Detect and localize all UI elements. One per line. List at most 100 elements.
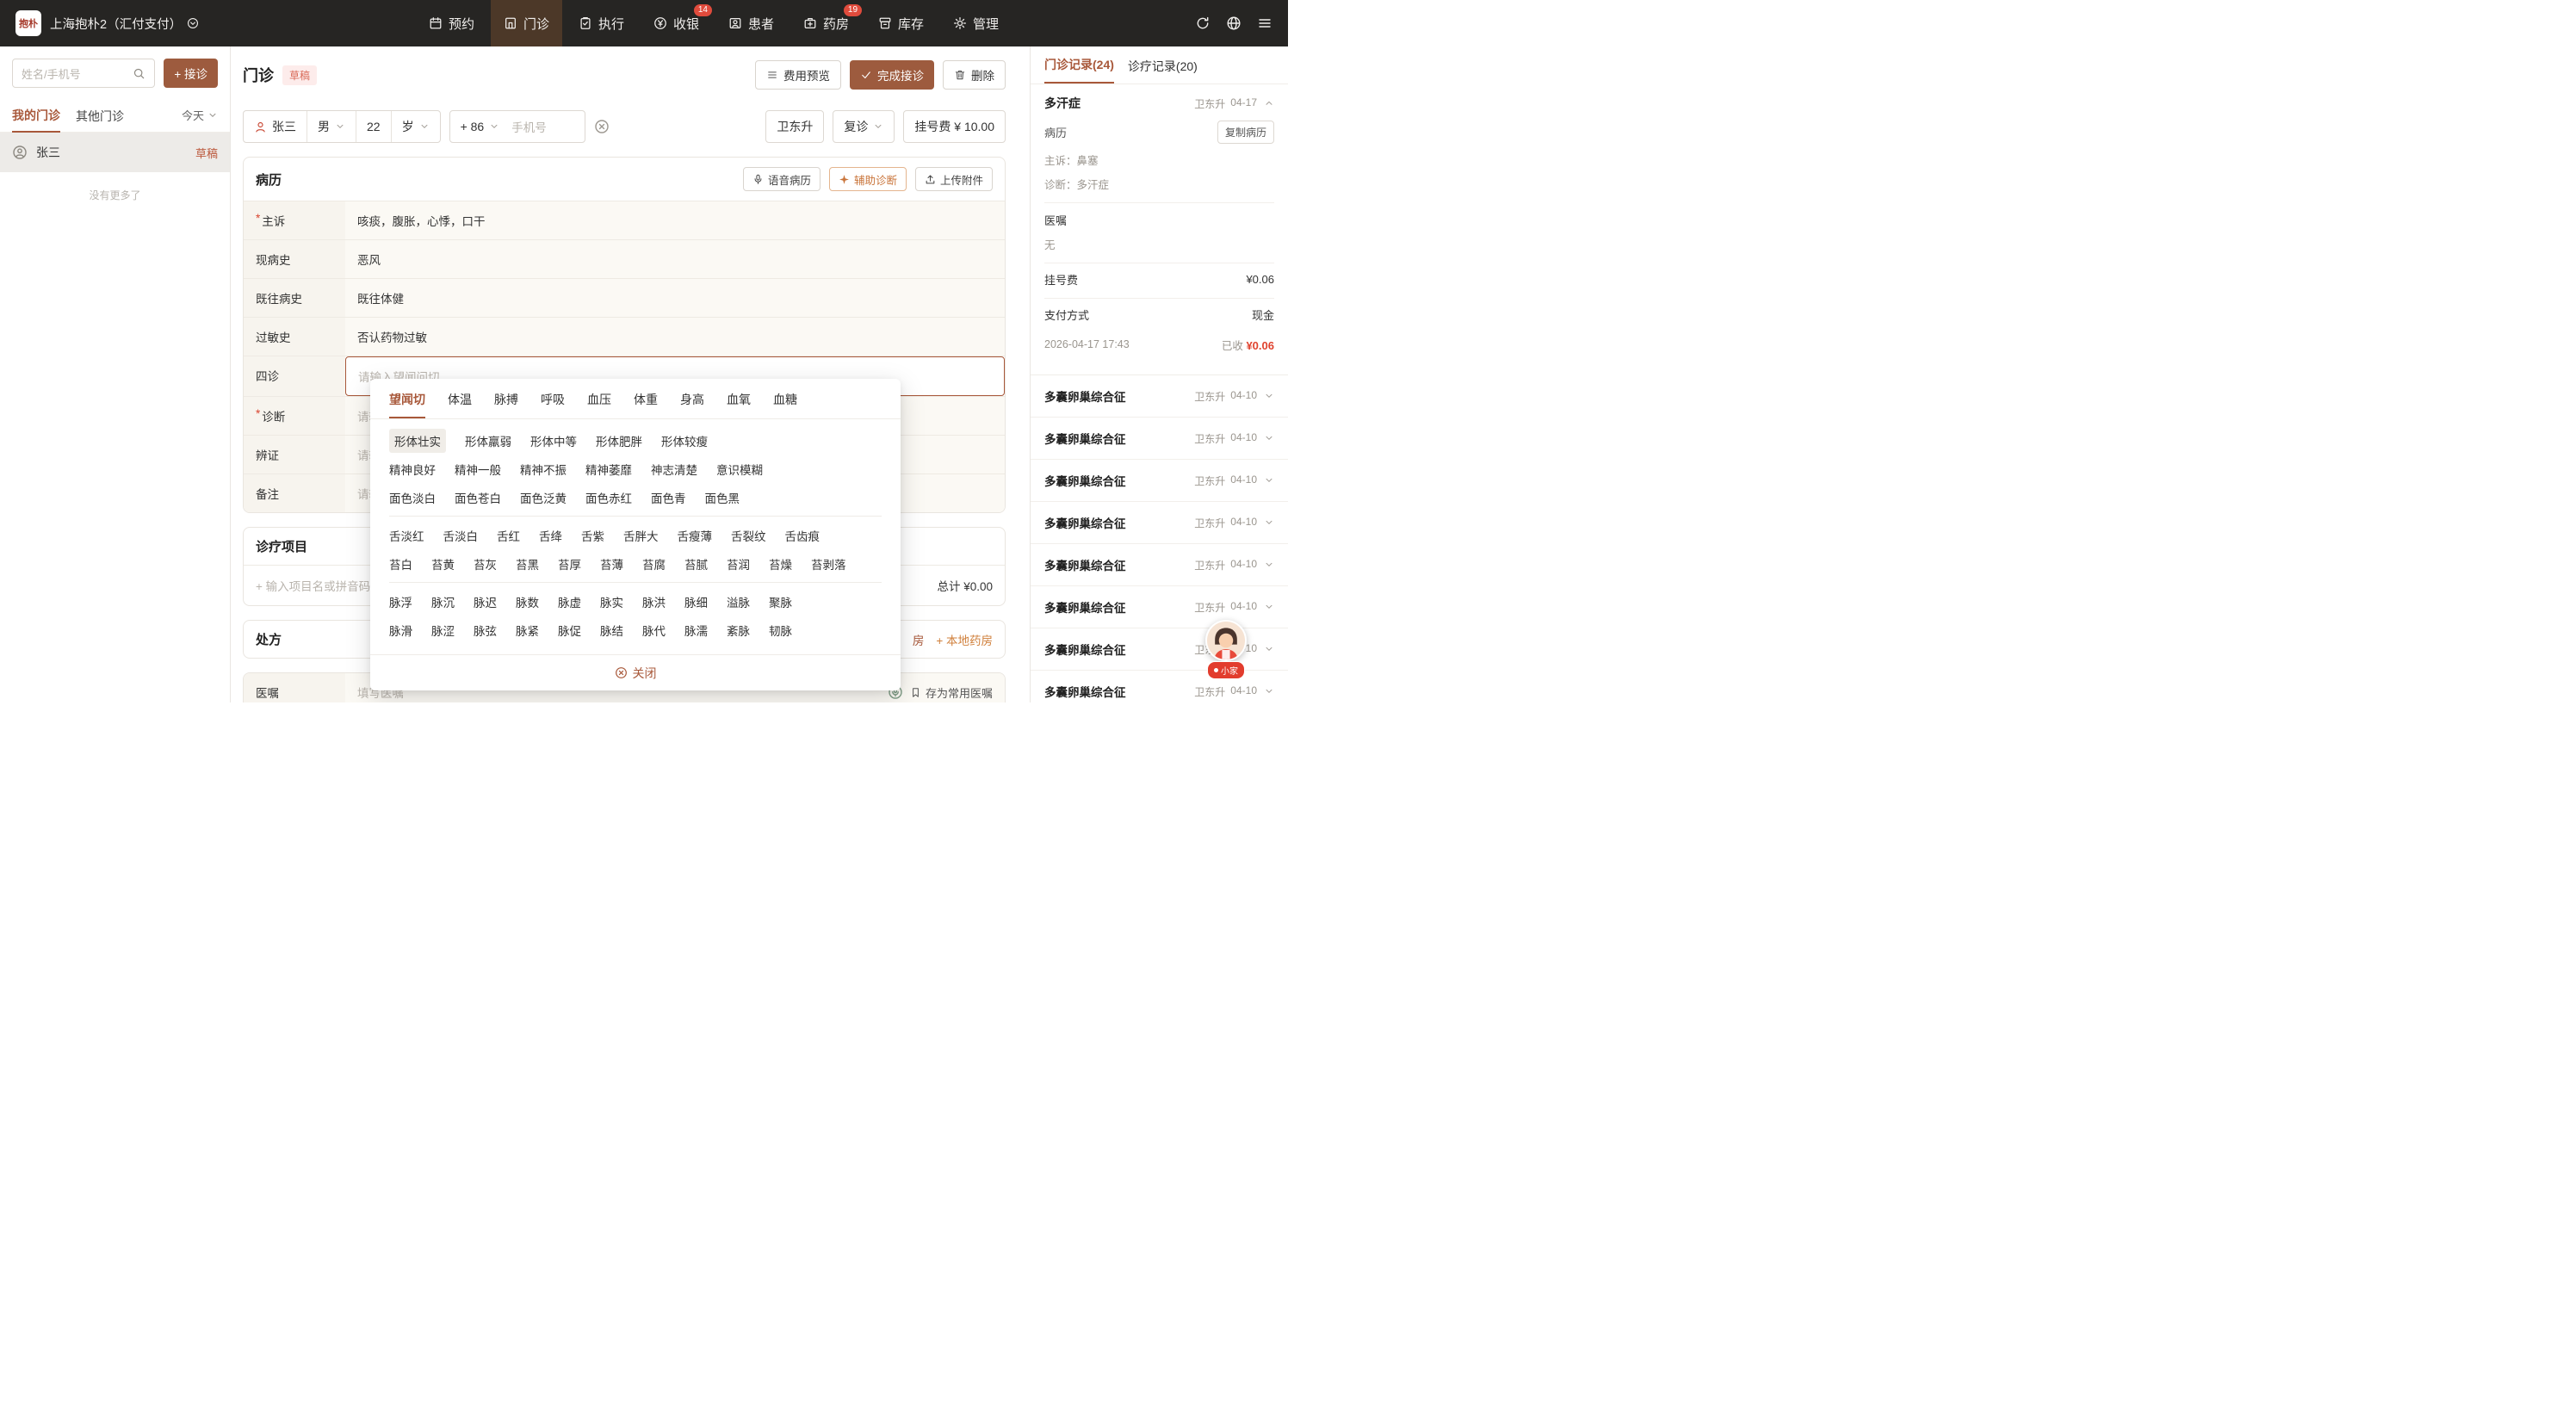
symptom-tag[interactable]: 苔燥 bbox=[769, 555, 792, 573]
symptom-tag[interactable]: 苔黄 bbox=[431, 555, 455, 573]
symptom-tag[interactable]: 韧脉 bbox=[769, 622, 792, 639]
symptom-tag[interactable]: 苔剥落 bbox=[811, 555, 846, 573]
pharmacy-tab-fragment[interactable]: 房 bbox=[913, 631, 925, 648]
tab-my-clinic[interactable]: 我的门诊 bbox=[12, 98, 60, 133]
symptom-tag[interactable]: 脉数 bbox=[516, 593, 539, 610]
globe-icon[interactable] bbox=[1226, 15, 1242, 31]
nav-item[interactable]: 预约 bbox=[416, 0, 487, 46]
symptom-tag[interactable]: 精神不振 bbox=[520, 461, 567, 478]
patient-list-item[interactable]: 张三 草稿 bbox=[0, 133, 230, 172]
symptom-tag[interactable]: 脉虚 bbox=[558, 593, 581, 610]
symptom-tag[interactable]: 舌绛 bbox=[539, 527, 562, 544]
tab-treatment-records[interactable]: 诊疗记录(20) bbox=[1128, 47, 1198, 84]
tab-clinic-records[interactable]: 门诊记录(24) bbox=[1044, 46, 1114, 84]
symptom-tag[interactable]: 面色赤红 bbox=[585, 489, 632, 506]
delete-button[interactable]: 删除 bbox=[943, 60, 1006, 90]
symptom-tag[interactable]: 聚脉 bbox=[769, 593, 792, 610]
fee-preview-button[interactable]: 费用预览 bbox=[755, 60, 841, 90]
symptom-tag[interactable]: 苔腐 bbox=[642, 555, 666, 573]
symptom-tag[interactable]: 舌齿痕 bbox=[785, 527, 820, 544]
symptom-tag[interactable]: 舌红 bbox=[497, 527, 520, 544]
symptom-tag[interactable]: 精神萎靡 bbox=[585, 461, 632, 478]
patient-search-input[interactable]: 姓名/手机号 bbox=[12, 59, 155, 88]
gender-select[interactable]: 男 bbox=[307, 111, 356, 142]
symptom-tag[interactable]: 面色苍白 bbox=[455, 489, 501, 506]
treatment-item-input[interactable]: + 输入项目名或拼音码 bbox=[256, 577, 370, 594]
symptom-tag[interactable]: 苔黑 bbox=[516, 555, 539, 573]
symptom-tag[interactable]: 脉洪 bbox=[642, 593, 666, 610]
tab-other-clinic[interactable]: 其他门诊 bbox=[76, 99, 124, 132]
symptom-tag[interactable]: 苔白 bbox=[389, 555, 412, 573]
assist-diagnosis-button[interactable]: 辅助诊断 bbox=[829, 167, 907, 191]
assistant-widget[interactable]: 小家 bbox=[1202, 620, 1250, 679]
symptom-tag[interactable]: 脉实 bbox=[600, 593, 623, 610]
symptom-tag[interactable]: 舌胖大 bbox=[623, 527, 659, 544]
field-input[interactable]: 咳痰，腹胀，心悸，口干 bbox=[345, 201, 1005, 239]
symptom-tag[interactable]: 脉代 bbox=[642, 622, 666, 639]
symptom-tag[interactable]: 脉浮 bbox=[389, 593, 412, 610]
symptom-tag[interactable]: 形体壮实 bbox=[389, 429, 446, 453]
popup-tab[interactable]: 体温 bbox=[448, 391, 472, 418]
symptom-tag[interactable]: 面色泛黄 bbox=[520, 489, 567, 506]
symptom-tag[interactable]: 面色青 bbox=[651, 489, 686, 506]
field-input[interactable]: 既往体健 bbox=[345, 279, 1005, 317]
symptom-tag[interactable]: 形体肥胖 bbox=[596, 432, 642, 449]
symptom-tag[interactable]: 苔灰 bbox=[474, 555, 497, 573]
doctor-select[interactable]: 卫东升 bbox=[765, 110, 824, 143]
symptom-tag[interactable]: 形体羸弱 bbox=[465, 432, 511, 449]
add-local-pharmacy-button[interactable]: + 本地药房 bbox=[936, 631, 993, 648]
popup-tab[interactable]: 血糖 bbox=[773, 391, 797, 418]
symptom-tag[interactable]: 苔腻 bbox=[684, 555, 708, 573]
registration-fee-field[interactable]: 挂号费 ¥ 10.00 bbox=[903, 110, 1006, 143]
finish-visit-button[interactable]: 完成接诊 bbox=[850, 60, 934, 90]
symptom-tag[interactable]: 脉结 bbox=[600, 622, 623, 639]
symptom-tag[interactable]: 面色淡白 bbox=[389, 489, 436, 506]
record-list-item[interactable]: 多囊卵巢综合征 卫东升 04-10 bbox=[1031, 375, 1288, 418]
record-list-item[interactable]: 多囊卵巢综合征 卫东升 04-10 bbox=[1031, 418, 1288, 460]
record-list-item[interactable]: 多囊卵巢综合征 卫东升 04-10 bbox=[1031, 544, 1288, 586]
symptom-tag[interactable]: 脉迟 bbox=[474, 593, 497, 610]
symptom-tag[interactable]: 舌裂纹 bbox=[731, 527, 766, 544]
popup-close-button[interactable]: 关闭 bbox=[370, 654, 901, 690]
nav-item[interactable]: 药房 19 bbox=[790, 0, 862, 46]
field-input[interactable]: 恶风 bbox=[345, 240, 1005, 278]
refresh-icon[interactable] bbox=[1195, 15, 1211, 31]
popup-tab[interactable]: 血压 bbox=[587, 391, 611, 418]
save-common-advice-button[interactable]: 存为常用医嘱 bbox=[910, 684, 993, 701]
nav-item[interactable]: 库存 bbox=[865, 0, 937, 46]
record-list-item[interactable]: 多囊卵巢综合征 卫东升 04-10 bbox=[1031, 460, 1288, 502]
popup-tab[interactable]: 身高 bbox=[680, 391, 704, 418]
field-input[interactable]: 否认药物过敏 bbox=[345, 318, 1005, 356]
symptom-tag[interactable]: 舌紫 bbox=[581, 527, 604, 544]
symptom-tag[interactable]: 脉细 bbox=[684, 593, 708, 610]
record-card-expanded[interactable]: 多汗症 卫东升 04-17 病历 复制病历 主诉：鼻塞 诊断：多汗症 医嘱 无 … bbox=[1031, 84, 1288, 375]
symptom-tag[interactable]: 脉促 bbox=[558, 622, 581, 639]
patient-name-field[interactable]: 张三 bbox=[244, 111, 307, 142]
symptom-tag[interactable]: 舌淡白 bbox=[443, 527, 479, 544]
assistant-avatar[interactable] bbox=[1205, 620, 1247, 661]
nav-item[interactable]: 患者 bbox=[715, 0, 787, 46]
popup-tab[interactable]: 脉搏 bbox=[494, 391, 518, 418]
symptom-tag[interactable]: 舌淡红 bbox=[389, 527, 424, 544]
phone-input[interactable]: 手机号 bbox=[510, 111, 585, 142]
symptom-tag[interactable]: 溢脉 bbox=[727, 593, 750, 610]
symptom-tag[interactable]: 舌瘦薄 bbox=[678, 527, 713, 544]
nav-item[interactable]: 执行 bbox=[566, 0, 637, 46]
symptom-tag[interactable]: 形体较瘦 bbox=[661, 432, 708, 449]
symptom-tag[interactable]: 脉紧 bbox=[516, 622, 539, 639]
symptom-tag[interactable]: 苔薄 bbox=[600, 555, 623, 573]
symptom-tag[interactable]: 脉沉 bbox=[431, 593, 455, 610]
voice-record-button[interactable]: 语音病历 bbox=[743, 167, 820, 191]
date-filter[interactable]: 今天 bbox=[182, 107, 218, 123]
age-field[interactable]: 22 bbox=[356, 111, 392, 142]
symptom-tag[interactable]: 面色黑 bbox=[705, 489, 740, 506]
popup-tab[interactable]: 望闻切 bbox=[389, 391, 425, 418]
symptom-tag[interactable]: 苔厚 bbox=[558, 555, 581, 573]
nav-item[interactable]: 收银 14 bbox=[641, 0, 712, 46]
popup-tab[interactable]: 体重 bbox=[634, 391, 658, 418]
symptom-tag[interactable]: 精神一般 bbox=[455, 461, 501, 478]
receive-patient-button[interactable]: + 接诊 bbox=[164, 59, 218, 88]
popup-tab[interactable]: 血氧 bbox=[727, 391, 751, 418]
menu-icon[interactable] bbox=[1257, 15, 1273, 31]
symptom-tag[interactable]: 苔润 bbox=[727, 555, 750, 573]
